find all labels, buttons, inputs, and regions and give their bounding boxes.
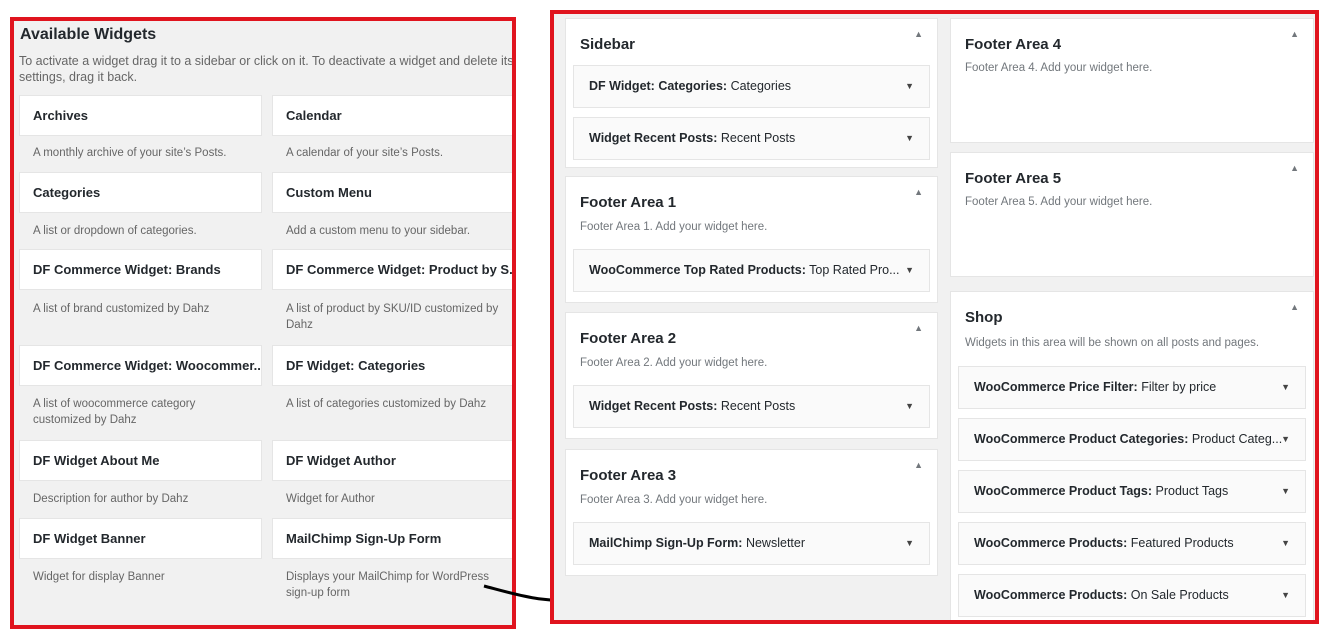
footer-area-5[interactable]: Footer Area 5 ▲ Footer Area 5. Add your … [950, 152, 1314, 277]
widget-title: Top Rated Pro... [809, 263, 900, 277]
widget-title: On Sale Products [1130, 588, 1229, 602]
widget-desc: Widget for Author [286, 493, 375, 505]
collapse-icon[interactable]: ▲ [914, 323, 923, 333]
widget-title: Recent Posts [720, 131, 796, 145]
widget-type: WooCommerce Products: [974, 588, 1128, 602]
footer-area-2-desc: Footer Area 2. Add your widget here. [580, 357, 768, 369]
widget-title: Product Tags [1155, 484, 1229, 498]
widget-tile-archives[interactable]: Archives [19, 95, 262, 136]
available-widgets-description: To activate a widget drag it to a sideba… [19, 54, 514, 84]
collapse-icon[interactable]: ▲ [914, 29, 923, 39]
collapse-icon[interactable]: ▲ [914, 187, 923, 197]
footer-area-2[interactable]: Footer Area 2 ▲ Footer Area 2. Add your … [565, 312, 938, 439]
widget-type: WooCommerce Product Tags: [974, 484, 1153, 498]
sidebar-area-title: Sidebar [580, 36, 636, 53]
widget-desc: Widget for display Banner [33, 571, 165, 583]
footer-area-2-title: Footer Area 2 [580, 330, 677, 347]
widget-tile-df-widget-author[interactable]: DF Widget Author [272, 440, 512, 481]
footer-area-1[interactable]: Footer Area 1 ▲ Footer Area 1. Add your … [565, 176, 938, 303]
widget-desc: A list of product by SKU/ID customized b… [286, 303, 499, 331]
widget-desc: A calendar of your site’s Posts. [286, 147, 444, 159]
widget-type: WooCommerce Products: [974, 536, 1128, 550]
widget-tile-mailchimp-signup[interactable]: MailChimp Sign-Up Form [272, 518, 512, 559]
expand-icon[interactable]: ▼ [905, 118, 914, 159]
available-widgets-title: Available Widgets [20, 26, 157, 43]
footer-area-2-widget[interactable]: Widget Recent Posts: Recent Posts ▼ [573, 385, 930, 428]
collapse-icon[interactable]: ▲ [914, 460, 923, 470]
sidebar-widget[interactable]: Widget Recent Posts: Recent Posts ▼ [573, 117, 930, 160]
widget-title: Recent Posts [720, 399, 796, 413]
widget-type: WooCommerce Product Categories: [974, 432, 1189, 446]
footer-area-1-title: Footer Area 1 [580, 194, 677, 211]
widget-tile-df-commerce-brands[interactable]: DF Commerce Widget: Brands [19, 249, 262, 290]
expand-icon[interactable]: ▼ [1281, 471, 1290, 512]
widget-title: Featured Products [1130, 536, 1234, 550]
collapse-icon[interactable]: ▲ [1290, 29, 1299, 39]
expand-icon[interactable]: ▼ [1281, 523, 1290, 564]
widget-tile-df-widget-about-me[interactable]: DF Widget About Me [19, 440, 262, 481]
widget-areas-panel: Sidebar ▲ DF Widget: Categories: Categor… [550, 10, 1319, 624]
footer-area-3-desc: Footer Area 3. Add your widget here. [580, 494, 768, 506]
widget-title: Filter by price [1141, 380, 1217, 394]
widget-tile-df-commerce-woocommerce[interactable]: DF Commerce Widget: Woocommer... [19, 345, 262, 386]
widget-type: WooCommerce Price Filter: [974, 380, 1138, 394]
sidebar-widget[interactable]: DF Widget: Categories: Categories ▼ [573, 65, 930, 108]
shop-widget[interactable]: WooCommerce Product Tags: Product Tags ▼ [958, 470, 1306, 513]
widget-desc: A list of categories customized by Dahz [286, 398, 487, 410]
shop-area-title: Shop [965, 309, 1003, 326]
widget-tile-calendar[interactable]: Calendar [272, 95, 512, 136]
widget-type: DF Widget: Categories: [589, 79, 728, 93]
shop-widget[interactable]: WooCommerce Product Categories: Product … [958, 418, 1306, 461]
collapse-icon[interactable]: ▲ [1290, 302, 1299, 312]
expand-icon[interactable]: ▼ [905, 386, 914, 427]
shop-area-desc: Widgets in this area will be shown on al… [965, 337, 1260, 349]
widget-desc: Add a custom menu to your sidebar. [286, 225, 471, 237]
available-widgets-panel: Available Widgets To activate a widget d… [10, 17, 516, 629]
widget-desc: Description for author by Dahz [33, 493, 189, 505]
widget-tile-df-widget-banner[interactable]: DF Widget Banner [19, 518, 262, 559]
widget-desc: A list of brand customized by Dahz [33, 303, 210, 315]
widget-desc: Displays your MailChimp for WordPress si… [286, 571, 490, 599]
widget-tile-df-widget-categories[interactable]: DF Widget: Categories [272, 345, 512, 386]
shop-widget[interactable]: WooCommerce Price Filter: Filter by pric… [958, 366, 1306, 409]
available-widgets-grid: Archives Calendar A monthly archive of y… [19, 95, 512, 615]
footer-area-3-widget[interactable]: MailChimp Sign-Up Form: Newsletter ▼ [573, 522, 930, 565]
sidebar-area[interactable]: Sidebar ▲ DF Widget: Categories: Categor… [565, 18, 938, 168]
widget-type: Widget Recent Posts: [589, 131, 718, 145]
widget-type: WooCommerce Top Rated Products: [589, 263, 806, 277]
shop-widget[interactable]: WooCommerce Products: Featured Products … [958, 522, 1306, 565]
expand-icon[interactable]: ▼ [905, 523, 914, 564]
widget-type: MailChimp Sign-Up Form: [589, 536, 743, 550]
footer-area-4[interactable]: Footer Area 4 ▲ Footer Area 4. Add your … [950, 18, 1314, 143]
expand-icon[interactable]: ▼ [905, 250, 914, 291]
expand-icon[interactable]: ▼ [905, 66, 914, 107]
footer-area-5-desc: Footer Area 5. Add your widget here. [965, 196, 1153, 208]
footer-area-1-widget[interactable]: WooCommerce Top Rated Products: Top Rate… [573, 249, 930, 292]
widget-desc: A monthly archive of your site’s Posts. [33, 147, 227, 159]
collapse-icon[interactable]: ▲ [1290, 163, 1299, 173]
footer-area-3-title: Footer Area 3 [580, 467, 677, 484]
expand-icon[interactable]: ▼ [1281, 367, 1290, 408]
widget-desc: A list of woocommerce category customize… [33, 398, 196, 426]
footer-area-3[interactable]: Footer Area 3 ▲ Footer Area 3. Add your … [565, 449, 938, 576]
expand-icon[interactable]: ▼ [1281, 575, 1290, 616]
footer-area-4-title: Footer Area 4 [965, 36, 1062, 53]
footer-area-4-desc: Footer Area 4. Add your widget here. [965, 62, 1153, 74]
widget-title: Newsletter [745, 536, 805, 550]
widget-desc: A list or dropdown of categories. [33, 225, 197, 237]
shop-area[interactable]: Shop ▲ Widgets in this area will be show… [950, 291, 1314, 620]
footer-area-5-title: Footer Area 5 [965, 170, 1062, 187]
widget-title: Categories [730, 79, 792, 93]
footer-area-1-desc: Footer Area 1. Add your widget here. [580, 221, 768, 233]
widget-tile-categories[interactable]: Categories [19, 172, 262, 213]
widget-tile-custom-menu[interactable]: Custom Menu [272, 172, 512, 213]
widget-title: Product Categ... [1191, 432, 1283, 446]
expand-icon[interactable]: ▼ [1281, 419, 1290, 460]
widget-tile-df-commerce-product-sku[interactable]: DF Commerce Widget: Product by S... [272, 249, 512, 290]
widget-type: Widget Recent Posts: [589, 399, 718, 413]
shop-widget[interactable]: WooCommerce Products: On Sale Products ▼ [958, 574, 1306, 617]
